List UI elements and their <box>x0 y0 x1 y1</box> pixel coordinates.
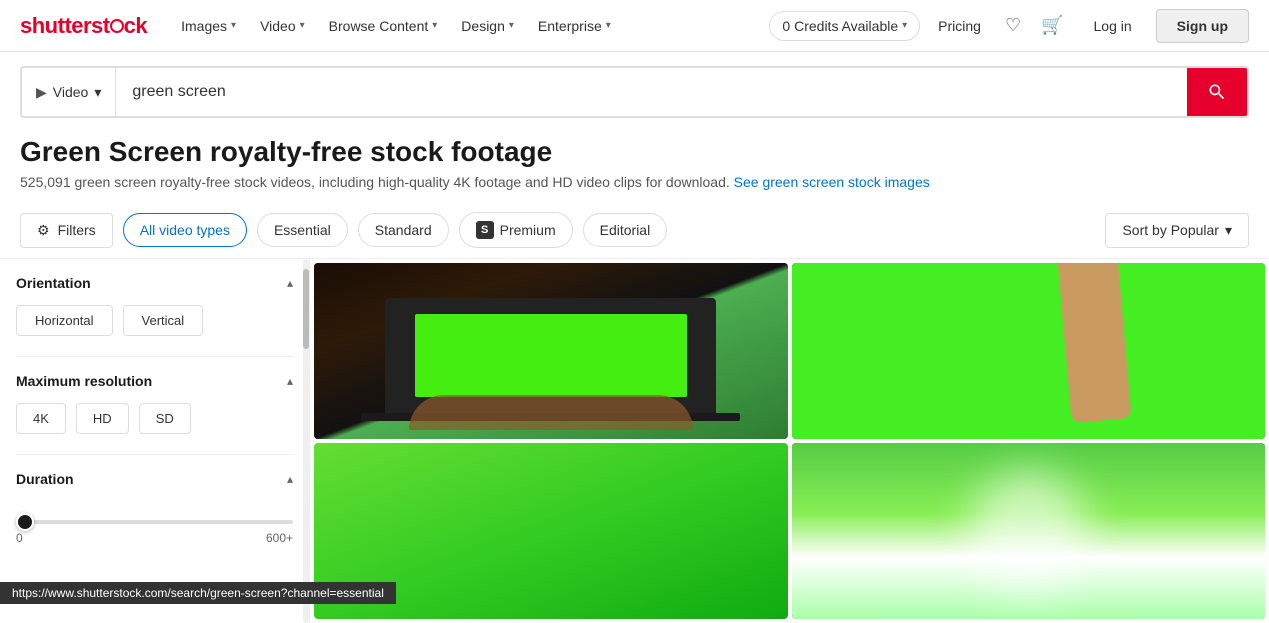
search-bar: ▶ Video ▾ <box>20 66 1249 118</box>
divider-2 <box>16 454 293 455</box>
logo-text: shutterstck <box>20 13 147 38</box>
chevron-down-icon: ▾ <box>94 84 101 101</box>
scroll-indicator <box>303 259 309 623</box>
chevron-down-icon: ▾ <box>606 20 611 31</box>
nav-item-enterprise[interactable]: Enterprise ▾ <box>528 10 621 42</box>
orientation-vertical[interactable]: Vertical <box>123 305 204 336</box>
search-type-selector[interactable]: ▶ Video ▾ <box>22 68 116 116</box>
nav-item-design[interactable]: Design ▾ <box>451 10 524 42</box>
filter-essential[interactable]: Essential <box>257 213 348 247</box>
duration-slider-container: 0 600+ <box>16 501 293 549</box>
navbar: shutterstck Images ▾ Video ▾ Browse Cont… <box>0 0 1269 52</box>
slider-labels: 0 600+ <box>16 531 293 545</box>
filters-button[interactable]: ⚙ Filters <box>20 213 113 248</box>
scroll-thumb <box>303 269 309 349</box>
filter-bar: ⚙ Filters All video types Essential Stan… <box>0 202 1269 259</box>
filter-all-video-types[interactable]: All video types <box>123 213 247 247</box>
orientation-horizontal[interactable]: Horizontal <box>16 305 113 336</box>
collapse-icon: ▴ <box>287 276 293 290</box>
resolution-buttons: 4K HD SD <box>16 403 293 434</box>
chevron-down-icon: ▾ <box>231 20 236 31</box>
video-thumb-1[interactable] <box>314 263 788 439</box>
duration-slider[interactable] <box>16 520 293 524</box>
signup-button[interactable]: Sign up <box>1156 9 1249 43</box>
orientation-buttons: Horizontal Vertical <box>16 305 293 336</box>
divider <box>16 356 293 357</box>
sidebar-section-orientation: Orientation ▴ Horizontal Vertical <box>16 275 293 336</box>
search-icon <box>1207 82 1227 102</box>
resolution-sd[interactable]: SD <box>139 403 191 434</box>
collapse-icon: ▴ <box>287 472 293 486</box>
search-input[interactable] <box>116 71 1187 113</box>
nav-item-video[interactable]: Video ▾ <box>250 10 315 42</box>
resolution-hd[interactable]: HD <box>76 403 129 434</box>
sidebar-section-resolution: Maximum resolution ▴ 4K HD SD <box>16 373 293 434</box>
chevron-down-icon: ▾ <box>1225 222 1232 239</box>
sort-button[interactable]: Sort by Popular ▾ <box>1105 213 1249 248</box>
content-grid <box>310 259 1269 623</box>
filter-premium[interactable]: S Premium <box>459 212 573 248</box>
nav-item-browse-content[interactable]: Browse Content ▾ <box>319 10 448 42</box>
search-button[interactable] <box>1187 68 1247 116</box>
pricing-link[interactable]: Pricing <box>928 10 991 42</box>
hero-section: Green Screen royalty-free stock footage … <box>0 132 1269 202</box>
cart-button[interactable]: 🛒 <box>1035 9 1069 42</box>
hero-link[interactable]: See green screen stock images <box>734 174 930 190</box>
filter-standard[interactable]: Standard <box>358 213 449 247</box>
hero-title: Green Screen royalty-free stock footage <box>20 136 1249 168</box>
premium-badge: S <box>476 221 494 239</box>
video-icon: ▶ <box>36 84 47 101</box>
status-bar: https://www.shutterstock.com/search/gree… <box>0 582 396 604</box>
login-button[interactable]: Log in <box>1078 10 1148 42</box>
resolution-4k[interactable]: 4K <box>16 403 66 434</box>
collapse-icon: ▴ <box>287 374 293 388</box>
duration-header[interactable]: Duration ▴ <box>16 471 293 487</box>
logo[interactable]: shutterstck <box>20 13 147 39</box>
chevron-down-icon: ▾ <box>902 20 907 31</box>
resolution-header[interactable]: Maximum resolution ▴ <box>16 373 293 389</box>
sidebar-section-duration: Duration ▴ 0 600+ <box>16 471 293 549</box>
hero-subtitle: 525,091 green screen royalty-free stock … <box>20 174 1249 190</box>
video-thumb-4[interactable] <box>792 443 1266 619</box>
sidebar: Orientation ▴ Horizontal Vertical Maximu… <box>0 259 310 623</box>
chevron-down-icon: ▾ <box>300 20 305 31</box>
nav-right: 0 Credits Available ▾ Pricing ♡ 🛒 Log in… <box>769 9 1249 43</box>
wishlist-button[interactable]: ♡ <box>999 9 1027 42</box>
video-thumb-2[interactable] <box>792 263 1266 439</box>
main-layout: Orientation ▴ Horizontal Vertical Maximu… <box>0 259 1269 623</box>
chevron-down-icon: ▾ <box>432 20 437 31</box>
filter-icon: ⚙ <box>37 222 50 239</box>
nav-item-images[interactable]: Images ▾ <box>171 10 246 42</box>
orientation-header[interactable]: Orientation ▴ <box>16 275 293 291</box>
search-type-label: Video <box>53 84 89 100</box>
filter-editorial[interactable]: Editorial <box>583 213 668 247</box>
credits-button[interactable]: 0 Credits Available ▾ <box>769 11 920 41</box>
nav-links: Images ▾ Video ▾ Browse Content ▾ Design… <box>171 10 621 42</box>
chevron-down-icon: ▾ <box>509 20 514 31</box>
